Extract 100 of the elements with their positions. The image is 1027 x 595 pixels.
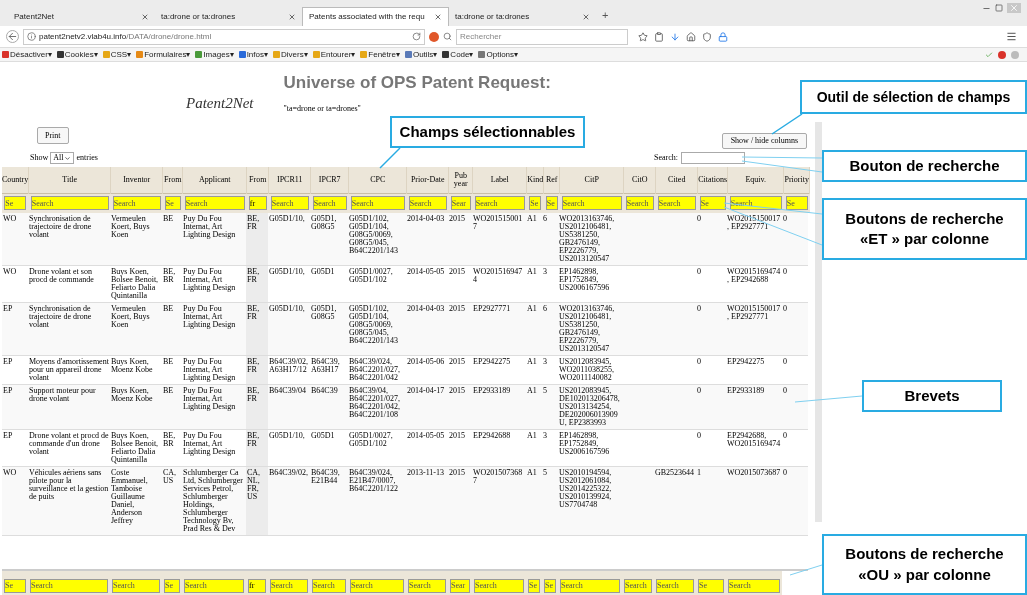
column-search-field[interactable]: fr [248, 578, 266, 593]
browser-search-field[interactable]: Rechercher [456, 28, 628, 45]
toolbar-menu[interactable]: Outils▾ [412, 48, 438, 61]
toolbar-menu[interactable]: Cookies▾ [64, 48, 98, 61]
table-cell: WO2013163746, US2012106481, US5381250, GB2476149, EP2226779, US2013120547 [559, 304, 615, 353]
callout: Outil de sélection de champs [800, 80, 1027, 114]
column-search-field[interactable]: Search [184, 196, 245, 211]
toolbar-menu[interactable]: Entourer▾ [320, 48, 356, 61]
table-cell: 0 [783, 357, 787, 366]
table-cell: US2012083945, DE102013206478, US2013134254, DE202006013909U, EP2383993 [559, 386, 620, 427]
table-cell: 2015 [449, 214, 465, 223]
browser-tab[interactable]: Patents associated with the requ [302, 7, 449, 26]
column-search-field[interactable]: Sear [450, 196, 471, 211]
toolbar-menu[interactable]: Formulaires▾ [144, 48, 191, 61]
home-icon[interactable] [686, 31, 696, 42]
column-search-field[interactable]: Se [699, 196, 726, 211]
column-search-field[interactable]: Search [30, 578, 108, 593]
table-cell: Drone volant et son procd de commande [29, 267, 94, 284]
maximize-icon[interactable] [995, 4, 1003, 12]
leader-line [379, 147, 401, 169]
column-search-field[interactable]: Search [474, 196, 525, 211]
back-icon[interactable] [6, 30, 19, 43]
column-search-field[interactable]: Search [624, 578, 652, 593]
toolbar-menu[interactable]: Images▾ [203, 48, 234, 61]
toolbar-item-icon [360, 51, 368, 58]
download-icon[interactable] [670, 31, 680, 42]
column-search-field[interactable]: Search [561, 196, 622, 211]
column-search-field[interactable]: Search [474, 578, 524, 593]
close-icon[interactable] [582, 12, 590, 21]
column-search-field[interactable]: Search [350, 196, 405, 211]
reload-icon[interactable] [412, 32, 421, 41]
toolbar-menu[interactable]: Fenêtre▾ [368, 48, 400, 61]
table-cell: EP2933189 [727, 386, 765, 395]
column-search-field[interactable]: Search [408, 196, 447, 211]
column-search-field[interactable]: Search [184, 578, 244, 593]
show-hide-columns-button[interactable]: Show / hide columns [721, 133, 807, 150]
toolbar-menu[interactable]: CSS▾ [110, 48, 132, 61]
leader-line [771, 113, 803, 135]
close-icon[interactable] [434, 13, 442, 21]
column-search-field[interactable]: Se [4, 196, 27, 211]
column-search-field[interactable]: Search [408, 578, 446, 593]
table-cell: BE, BR [163, 267, 176, 284]
close-icon[interactable] [288, 12, 296, 21]
toolbar-item-icon [272, 51, 280, 58]
info-icon[interactable] [27, 32, 36, 41]
new-tab-button[interactable]: + [602, 6, 609, 23]
table-cell: WO2015073687 [473, 468, 523, 485]
column-search-field[interactable]: Se [164, 578, 180, 593]
column-search-field[interactable]: Se [528, 578, 540, 593]
toolbar-menu[interactable]: Désactiver▾ [10, 48, 52, 61]
toolbar-menu[interactable]: Code▾ [450, 48, 474, 61]
column-search-field[interactable]: Search [350, 578, 404, 593]
table-cell: 2015 [449, 386, 465, 395]
column-search-field[interactable]: Search [270, 196, 309, 211]
table-cell: 0 [783, 386, 787, 395]
table-cell: EP [3, 304, 13, 313]
address-field[interactable]: patent2netv2.vlab4u.info/DATA/drone/drone.html [23, 28, 425, 45]
column-search-field[interactable]: Search [625, 196, 654, 211]
column-search-field[interactable]: Se [785, 196, 808, 211]
table-cell: B64C39/04 [269, 386, 306, 395]
table-cell: 2014-04-03 [407, 214, 445, 223]
column-search-field[interactable]: Search [270, 578, 308, 593]
column-search-field[interactable]: Se [164, 196, 181, 211]
column-search-field[interactable]: fr [248, 196, 267, 211]
entries-select[interactable]: All [50, 152, 75, 165]
table-cell: Schlumberger Ca Ltd, Schlumberger Services Petrol, Schlumberger Holdings, Schlumberger Technology Bv, Prad Res & Dev [183, 468, 243, 533]
toolbar-menu[interactable]: Infos▾ [246, 48, 268, 61]
table-cell: 2014-05-06 [407, 357, 445, 366]
table-cell: Buys Koen, Moenz Kobe [111, 357, 153, 374]
column-search-field[interactable]: Search [657, 196, 696, 211]
column-search-field[interactable]: Search [112, 578, 160, 593]
column-search-field[interactable]: Se [529, 196, 542, 211]
column-search-field[interactable]: Se [698, 578, 724, 593]
print-button[interactable]: Print [37, 127, 69, 145]
callout: Champs sélectionnables [390, 116, 585, 148]
shield-outline-icon[interactable] [702, 31, 712, 42]
table-cell: A1 [527, 357, 537, 366]
table-cell: GB2523644 [655, 468, 695, 477]
star-icon[interactable] [638, 31, 648, 42]
table-cell: Puy Du Fou Internat, Art Lighting Design [183, 267, 236, 292]
column-search-field[interactable]: Search [560, 578, 620, 593]
column-search-field[interactable]: Search [728, 578, 780, 593]
close-icon[interactable] [141, 12, 149, 21]
column-search-field[interactable]: Search [312, 578, 346, 593]
table-cell: WO2015150017, EP2927771 [727, 304, 781, 321]
column-search-field[interactable]: Search [30, 196, 109, 211]
column-search-field[interactable]: Search [112, 196, 161, 211]
toolbar-menu[interactable]: Options▾ [486, 48, 519, 61]
menu-icon[interactable] [1006, 31, 1017, 42]
column-search-field[interactable]: Sear [450, 578, 470, 593]
column-search-field[interactable]: Search [656, 578, 694, 593]
column-search-field[interactable]: Se [545, 196, 558, 211]
column-search-field[interactable]: Se [4, 578, 26, 593]
toolbar-menu[interactable]: Divers▾ [280, 48, 308, 61]
column-search-field[interactable]: Se [544, 578, 556, 593]
clipboard-icon[interactable] [654, 31, 664, 42]
lock-icon[interactable] [718, 31, 728, 42]
table-search-field[interactable] [681, 152, 745, 165]
scrollbar[interactable] [815, 122, 822, 522]
column-search-field[interactable]: Search [312, 196, 347, 211]
